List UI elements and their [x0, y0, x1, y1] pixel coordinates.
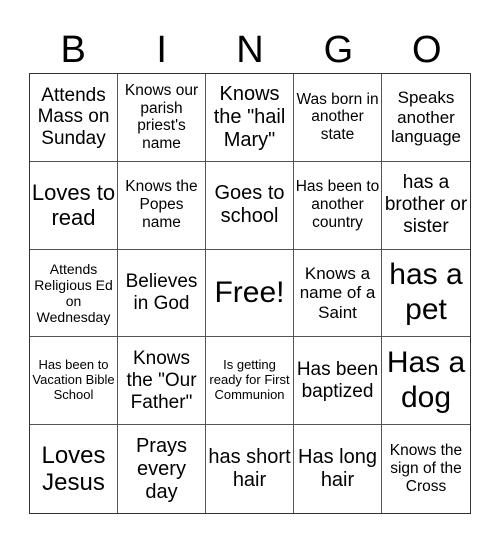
bingo-cell[interactable]: Attends Religious Ed on Wednesday [30, 249, 118, 338]
header-letter-b: B [60, 29, 86, 71]
bingo-cell[interactable]: Has been to another country [294, 161, 382, 250]
header-letter-o: O [412, 29, 442, 71]
bingo-cell[interactable]: Loves to read [30, 161, 118, 250]
bingo-cell[interactable]: Believes in God [118, 249, 206, 338]
bingo-cell[interactable]: Knows the "Our Father" [118, 337, 206, 426]
bingo-cell[interactable]: Knows the Popes name [118, 161, 206, 250]
bingo-cell[interactable]: Goes to school [206, 161, 294, 250]
header-letter-i: I [156, 29, 167, 71]
free-space-cell[interactable]: Free! [206, 249, 294, 338]
bingo-cell[interactable]: Has been baptized [294, 337, 382, 426]
header-letter-n: N [236, 29, 264, 71]
bingo-cell[interactable]: has a pet [382, 250, 470, 338]
bingo-cell[interactable]: Knows a name of a Saint [294, 249, 382, 338]
bingo-cell[interactable]: Attends Mass on Sunday [30, 74, 118, 162]
bingo-header: B I N G O [29, 28, 471, 72]
bingo-cell[interactable]: Has a dog [382, 337, 470, 426]
bingo-cell[interactable]: Has been to Vacation Bible School [30, 337, 118, 426]
bingo-cell[interactable]: Prays every day [118, 425, 206, 513]
bingo-grid: Attends Mass on Sunday Knows our parish … [29, 73, 471, 514]
bingo-cell[interactable]: has a brother or sister [382, 162, 470, 250]
header-letter-g: G [323, 29, 354, 71]
bingo-cell[interactable]: Knows the sign of the Cross [382, 425, 470, 513]
bingo-cell[interactable]: Was born in another state [294, 74, 382, 162]
bingo-cell[interactable]: Loves Jesus [30, 425, 118, 513]
bingo-cell[interactable]: has short hair [206, 425, 294, 513]
bingo-cell[interactable]: Speaks another language [382, 74, 470, 162]
bingo-cell[interactable]: Knows our parish priest's name [118, 74, 206, 162]
bingo-cell[interactable]: Has long hair [294, 425, 382, 513]
bingo-cell[interactable]: Knows the "hail Mary" [206, 74, 294, 162]
bingo-cell[interactable]: Is getting ready for First Communion [206, 337, 294, 426]
